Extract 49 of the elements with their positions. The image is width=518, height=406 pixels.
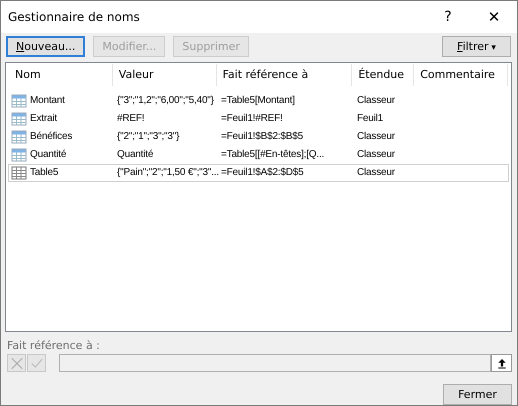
field-label: Fait référence à : <box>7 338 100 352</box>
list-row[interactable]: Extrait #REF! =Feuil1!#REF! Feuil1 <box>8 110 509 128</box>
reference-field[interactable] <box>59 354 491 372</box>
table-cell-text: {"2";"1";"3";"3"} <box>116 131 180 142</box>
close-dialog-button[interactable]: Fermer <box>443 384 512 405</box>
table-cell-text: Classeur <box>356 95 396 106</box>
list-row[interactable]: Montant {"3";"1,2";"6,00";"5,40"} =Table5[Montant] Classeur <box>8 92 509 110</box>
filter-button[interactable]: Filtrer ▾ <box>442 36 511 57</box>
window-title: Gestionnaire de noms <box>8 10 141 24</box>
name-icon <box>10 148 28 162</box>
table-cell-text: #REF! <box>116 113 146 124</box>
table-cell-text: Quantité <box>116 149 154 160</box>
close-button[interactable]: ✕ <box>471 2 517 32</box>
table-cell-text: Classeur <box>356 149 396 160</box>
table-cell: Bénéfices <box>30 131 72 142</box>
cross-icon <box>10 356 24 370</box>
table-cell-text: Classeur <box>356 167 396 178</box>
table-cell-text: {"Pain";"2";"1,50 €";"3"... <box>116 167 217 178</box>
list-row[interactable]: Quantité Quantité =Table5[[#En-têtes];[Q... Classeur <box>8 146 509 164</box>
column-header[interactable]: Commentaire <box>414 64 508 86</box>
table-cell-text: Classeur <box>356 131 396 142</box>
confirm-button[interactable] <box>27 354 46 372</box>
help-button[interactable]: ? <box>425 2 471 32</box>
table-cell: Table5 <box>30 167 58 178</box>
column-header[interactable]: Valeur <box>112 64 217 86</box>
name-icon <box>10 112 28 126</box>
table-cell: Extrait <box>30 113 57 124</box>
new-button[interactable]: Nouveau... <box>6 36 86 57</box>
table-cell-text: =Feuil1!$B$2:$B$5 <box>220 131 304 142</box>
name-icon <box>10 130 28 144</box>
table-cell-text: Feuil1 <box>356 113 384 124</box>
column-header[interactable]: Fait référence à <box>216 64 352 86</box>
selected-row[interactable]: Table5 {"Pain";"2";"1,50 €";"3"... =Feuil1!$A$2:$D$5 Classeur <box>8 164 509 182</box>
table-icon <box>10 166 28 180</box>
column-header[interactable]: Nom <box>9 64 113 86</box>
table-cell-text: {"3";"1,2";"6,00";"5,40"} <box>116 95 215 106</box>
name-icon <box>10 94 28 108</box>
table-cell-text: =Feuil1!#REF! <box>220 113 284 124</box>
column-header[interactable]: Étendue <box>352 64 414 86</box>
upload-icon <box>496 358 508 368</box>
cancel-button[interactable] <box>7 354 26 372</box>
table-cell-text: =Table5[Montant] <box>220 95 296 106</box>
table-cell-text: =Feuil1!$A$2:$D$5 <box>220 167 304 178</box>
table-cell: Montant <box>30 95 65 106</box>
list-row[interactable]: Bénéfices {"2";"1";"3";"3"} =Feuil1!$B$2:$B$5 Classeur <box>8 128 509 146</box>
check-icon <box>30 356 44 370</box>
table-cell-text: =Table5[[#En-têtes];[Q... <box>220 149 326 160</box>
collapse-button[interactable] <box>491 354 512 372</box>
table-cell: Quantité <box>30 149 66 160</box>
